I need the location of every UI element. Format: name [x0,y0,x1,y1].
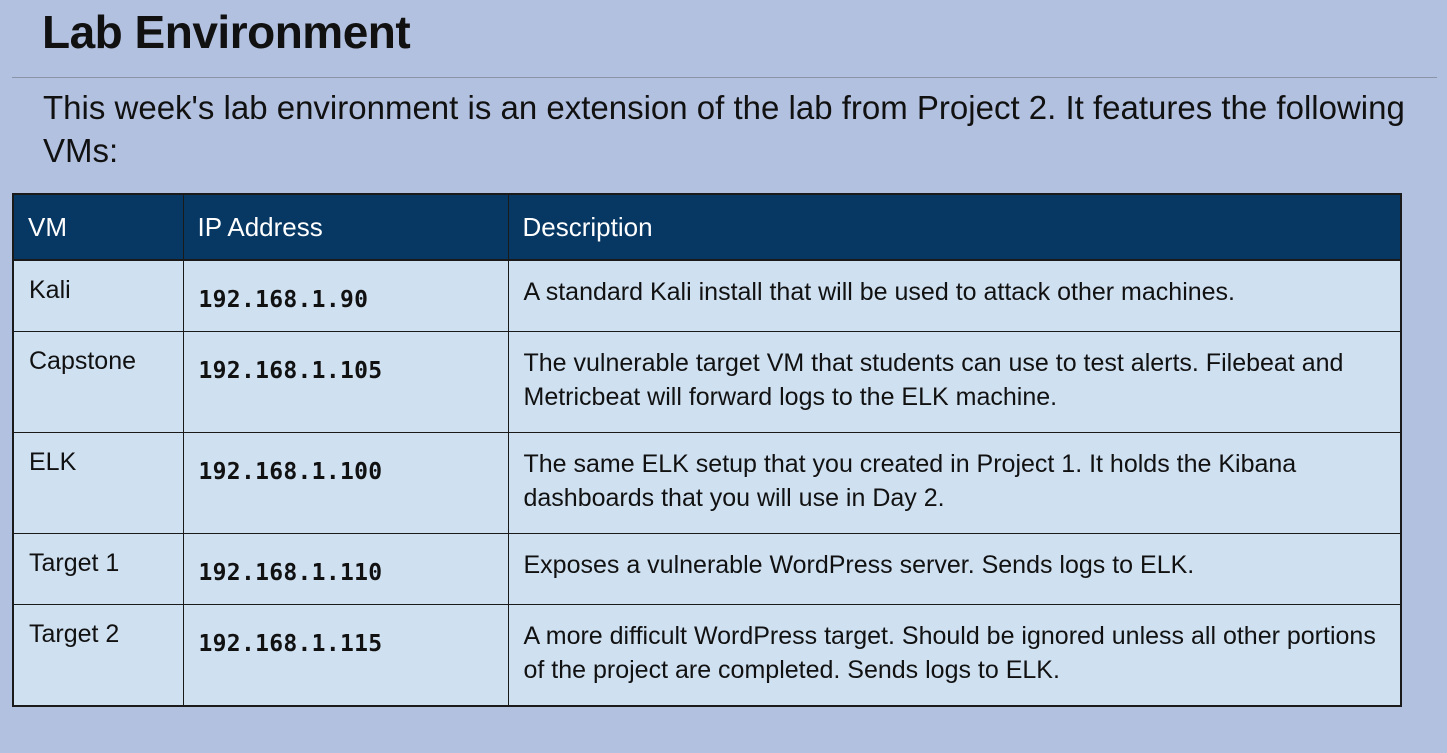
intro-text: This week's lab environment is an extens… [43,89,1405,169]
header-description: Description [507,194,1402,261]
table-row: Target 2 192.168.1.115 A more difficult … [12,604,1402,706]
cell-description: The same ELK setup that you created in P… [507,432,1402,534]
cell-ip: 192.168.1.90 [182,259,509,332]
cell-description: A standard Kali install that will be use… [507,259,1402,332]
table-row: ELK 192.168.1.100 The same ELK setup tha… [12,432,1402,534]
cell-ip: 192.168.1.105 [182,331,509,433]
slide-title: Lab Environment [42,6,411,58]
cell-vm: ELK [12,432,184,534]
title-divider [12,77,1437,78]
cell-vm: Kali [12,259,184,332]
cell-ip: 192.168.1.100 [182,432,509,534]
cell-description: The vulnerable target VM that students c… [507,331,1402,433]
cell-vm: Target 2 [12,604,184,706]
table-row: Kali 192.168.1.90 A standard Kali instal… [12,259,1402,332]
cell-ip: 192.168.1.110 [182,533,509,605]
table-row: Target 1 192.168.1.110 Exposes a vulnera… [12,533,1402,605]
cell-ip: 192.168.1.115 [182,604,509,706]
table-header-row: VM IP Address Description [12,194,1402,261]
cell-description: Exposes a vulnerable WordPress server. S… [507,533,1402,605]
table-row: Capstone 192.168.1.105 The vulnerable ta… [12,331,1402,433]
header-vm: VM [12,194,184,261]
cell-vm: Target 1 [12,533,184,605]
header-ip-address: IP Address [182,194,509,261]
cell-vm: Capstone [12,331,184,433]
vm-table: VM IP Address Description Kali 192.168.1… [12,193,1402,707]
cell-description: A more difficult WordPress target. Shoul… [507,604,1402,706]
